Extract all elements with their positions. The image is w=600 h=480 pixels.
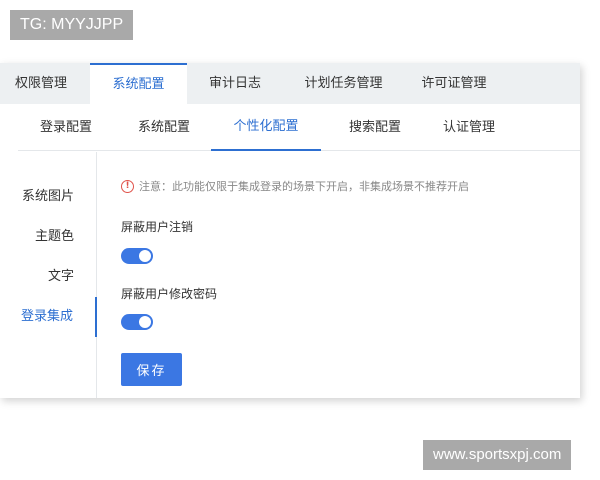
- save-button[interactable]: 保存: [121, 353, 182, 386]
- subtab-personalization[interactable]: 个性化配置: [211, 104, 321, 151]
- watermark-top: TG: MYYJJPP: [10, 10, 134, 40]
- tab-system-config[interactable]: 系统配置: [90, 63, 187, 104]
- settings-panel: 权限管理 系统配置 审计日志 计划任务管理 许可证管理 登录配置 系统配置 个性…: [0, 63, 580, 398]
- notice-message: ! 注意：此功能仅限于集成登录的场景下开启，非集成场景不推荐开启: [121, 178, 469, 194]
- tab-audit-log[interactable]: 审计日志: [187, 63, 283, 104]
- page: TG: MYYJJPP 权限管理 系统配置 审计日志 计划任务管理 许可证管理 …: [0, 0, 600, 480]
- notice-text: 注意：此功能仅限于集成登录的场景下开启，非集成场景不推荐开启: [139, 180, 469, 193]
- hide-logout-toggle[interactable]: [121, 248, 153, 264]
- subtab-login-config[interactable]: 登录配置: [20, 104, 112, 151]
- side-nav-system-images[interactable]: 系统图片: [0, 177, 96, 217]
- tab-permission-management[interactable]: 权限管理: [0, 63, 90, 104]
- side-nav: 系统图片 主题色 文字 登录集成: [0, 152, 97, 398]
- toggle-knob: [139, 316, 151, 328]
- subtab-auth-management[interactable]: 认证管理: [423, 104, 515, 151]
- content-area: ! 注意：此功能仅限于集成登录的场景下开启，非集成场景不推荐开启 屏蔽用户注销 …: [97, 152, 580, 398]
- toggle-knob: [139, 250, 151, 262]
- setting-label-hide-logout: 屏蔽用户注销: [121, 220, 194, 234]
- sub-tab-bar: 登录配置 系统配置 个性化配置 搜索配置 认证管理: [18, 104, 580, 151]
- watermark-bottom: www.sportsxpj.com: [423, 440, 572, 470]
- warning-circle-icon: !: [121, 179, 134, 193]
- subtab-system-config[interactable]: 系统配置: [118, 104, 210, 151]
- setting-label-hide-change-password: 屏蔽用户修改密码: [121, 287, 218, 301]
- subtab-search-config[interactable]: 搜索配置: [329, 104, 421, 151]
- tab-license-management[interactable]: 许可证管理: [404, 63, 504, 104]
- hide-change-password-toggle[interactable]: [121, 314, 153, 330]
- side-nav-text[interactable]: 文字: [0, 257, 96, 297]
- tab-scheduled-tasks[interactable]: 计划任务管理: [283, 63, 404, 104]
- main-tab-bar: 权限管理 系统配置 审计日志 计划任务管理 许可证管理: [0, 63, 580, 104]
- side-nav-login-integration[interactable]: 登录集成: [0, 297, 97, 337]
- side-nav-theme-color[interactable]: 主题色: [0, 217, 96, 257]
